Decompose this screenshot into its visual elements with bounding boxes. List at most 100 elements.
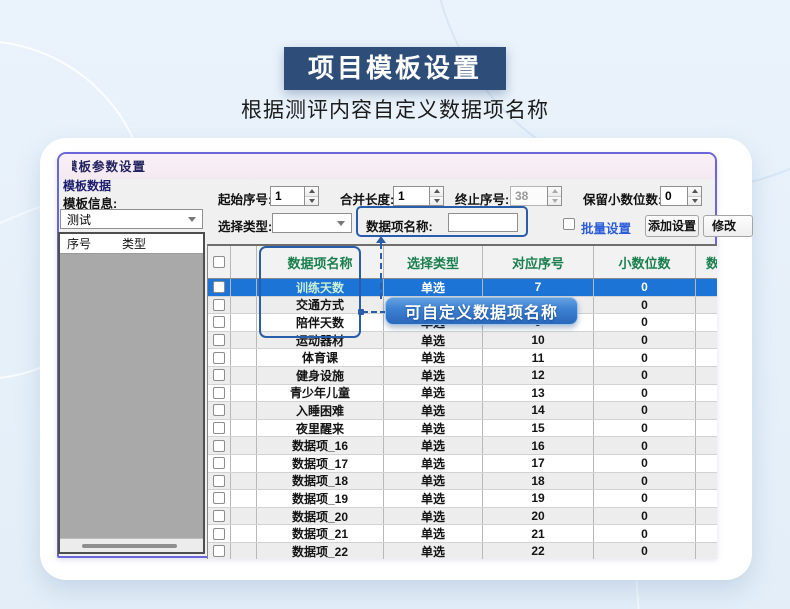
- column-header-partial[interactable]: 数: [696, 246, 717, 278]
- row-checkbox[interactable]: [213, 528, 225, 540]
- sidebar-group-label: 模板数据: [63, 177, 111, 194]
- cell-decimals: 0: [594, 455, 696, 472]
- column-header-decimals[interactable]: 小数位数: [594, 246, 696, 278]
- row-checkbox[interactable]: [213, 316, 225, 328]
- table-row[interactable]: 体育课 单选 11 0: [208, 349, 717, 367]
- cell-extra: [696, 437, 717, 454]
- cell-item-name: 训练天数: [257, 279, 384, 296]
- callout-bubble: 可自定义数据项名称: [385, 297, 578, 325]
- modify-button[interactable]: 修改: [703, 215, 753, 237]
- spinner-down-button[interactable]: [430, 196, 443, 206]
- table-row[interactable]: 青少年儿童 单选 13 0: [208, 385, 717, 403]
- cell-index: 22: [483, 543, 594, 559]
- spinner-up-button[interactable]: [305, 187, 318, 196]
- spinner-down-button[interactable]: [305, 196, 318, 206]
- table-row[interactable]: 运动器材 单选 10 0: [208, 332, 717, 350]
- start-index-value[interactable]: 1: [270, 186, 304, 206]
- item-name-input[interactable]: [448, 213, 518, 232]
- row-indicator-cell: [231, 332, 257, 349]
- cell-select-type: 单选: [384, 367, 483, 384]
- cell-item-name: 夜里醒来: [257, 420, 384, 437]
- list-horizontal-scrollbar[interactable]: [60, 538, 203, 552]
- spinner-down-button[interactable]: [688, 196, 701, 206]
- row-checkbox[interactable]: [213, 352, 225, 364]
- cell-item-name: 数据项_19: [257, 490, 384, 507]
- window-titlebar[interactable]: 模板参数设置: [59, 154, 715, 179]
- start-index-spinner[interactable]: 1: [270, 186, 319, 206]
- table-row[interactable]: 健身设施 单选 12 0: [208, 367, 717, 385]
- table-row[interactable]: 夜里醒来 单选 15 0: [208, 420, 717, 438]
- cell-decimals: 0: [594, 297, 696, 314]
- row-checkbox[interactable]: [213, 545, 225, 557]
- list-header-row: 序号 类型: [60, 234, 203, 254]
- window-title: 模板参数设置: [72, 154, 146, 179]
- cell-extra: [696, 385, 717, 402]
- template-select[interactable]: 测试: [60, 209, 203, 229]
- select-type-dropdown[interactable]: [272, 213, 352, 233]
- row-indicator-cell: [231, 490, 257, 507]
- cell-decimals: 0: [594, 525, 696, 542]
- column-header-select-type[interactable]: 选择类型: [384, 246, 483, 278]
- list-body-empty: [60, 254, 203, 538]
- row-checkbox[interactable]: [213, 281, 225, 293]
- decimal-places-label: 保留小数位数:: [583, 189, 662, 208]
- cell-select-type: 单选: [384, 490, 483, 507]
- table-row[interactable]: 训练天数 单选 7 0: [208, 279, 717, 297]
- row-indicator-cell: [231, 402, 257, 419]
- column-header-index[interactable]: 对应序号: [483, 246, 594, 278]
- row-checkbox[interactable]: [213, 422, 225, 434]
- template-item-list[interactable]: 序号 类型: [58, 232, 205, 554]
- cell-select-type: 单选: [384, 525, 483, 542]
- merge-length-spinner[interactable]: 1: [393, 186, 444, 206]
- cell-extra: [696, 367, 717, 384]
- cell-extra: [696, 473, 717, 490]
- row-checkbox[interactable]: [213, 299, 225, 311]
- table-row[interactable]: 入睡困难 单选 14 0: [208, 402, 717, 420]
- table-row[interactable]: 数据项_20 单选 20 0: [208, 508, 717, 526]
- cell-decimals: 0: [594, 332, 696, 349]
- decimal-places-spinner[interactable]: 0: [660, 186, 702, 206]
- cell-index: 19: [483, 490, 594, 507]
- batch-settings-label[interactable]: 批量设置: [581, 218, 631, 237]
- table-row[interactable]: 数据项_16 单选 16 0: [208, 437, 717, 455]
- batch-settings-checkbox[interactable]: [563, 218, 575, 230]
- row-checkbox[interactable]: [213, 387, 225, 399]
- row-checkbox[interactable]: [213, 440, 225, 452]
- row-checkbox[interactable]: [213, 369, 225, 381]
- cell-decimals: 0: [594, 543, 696, 559]
- row-checkbox[interactable]: [213, 404, 225, 416]
- select-all-checkbox[interactable]: [213, 256, 225, 268]
- spinner-up-button[interactable]: [688, 187, 701, 196]
- start-index-label: 起始序号:: [218, 189, 272, 208]
- table-row[interactable]: 数据项_22 单选 22 0: [208, 543, 717, 559]
- cell-index: 16: [483, 437, 594, 454]
- row-checkbox[interactable]: [213, 492, 225, 504]
- cell-item-name: 数据项_22: [257, 543, 384, 559]
- table-row[interactable]: 数据项_18 单选 18 0: [208, 473, 717, 491]
- add-settings-button[interactable]: 添加设置: [645, 215, 699, 237]
- cell-select-type: 单选: [384, 332, 483, 349]
- cell-index: 21: [483, 525, 594, 542]
- cell-select-type: 单选: [384, 508, 483, 525]
- scrollbar-thumb[interactable]: [82, 544, 177, 548]
- end-index-label: 终止序号:: [455, 189, 509, 208]
- row-checkbox[interactable]: [213, 334, 225, 346]
- table-row[interactable]: 数据项_19 单选 19 0: [208, 490, 717, 508]
- table-row[interactable]: 数据项_21 单选 21 0: [208, 525, 717, 543]
- row-checkbox[interactable]: [213, 457, 225, 469]
- spinner-up-button[interactable]: [430, 187, 443, 196]
- cell-extra: [696, 490, 717, 507]
- row-indicator-cell: [231, 473, 257, 490]
- row-checkbox[interactable]: [213, 510, 225, 522]
- table-row[interactable]: 数据项_17 单选 17 0: [208, 455, 717, 473]
- cell-decimals: 0: [594, 490, 696, 507]
- merge-length-value[interactable]: 1: [393, 186, 429, 206]
- cell-item-name: 数据项_17: [257, 455, 384, 472]
- item-name-label: 数据项名称:: [366, 216, 433, 235]
- cell-select-type: 单选: [384, 473, 483, 490]
- row-checkbox[interactable]: [213, 475, 225, 487]
- row-indicator-cell: [231, 314, 257, 331]
- decimal-places-value[interactable]: 0: [660, 186, 687, 206]
- column-header-item-name[interactable]: 数据项名称: [257, 246, 384, 278]
- cell-extra: [696, 420, 717, 437]
